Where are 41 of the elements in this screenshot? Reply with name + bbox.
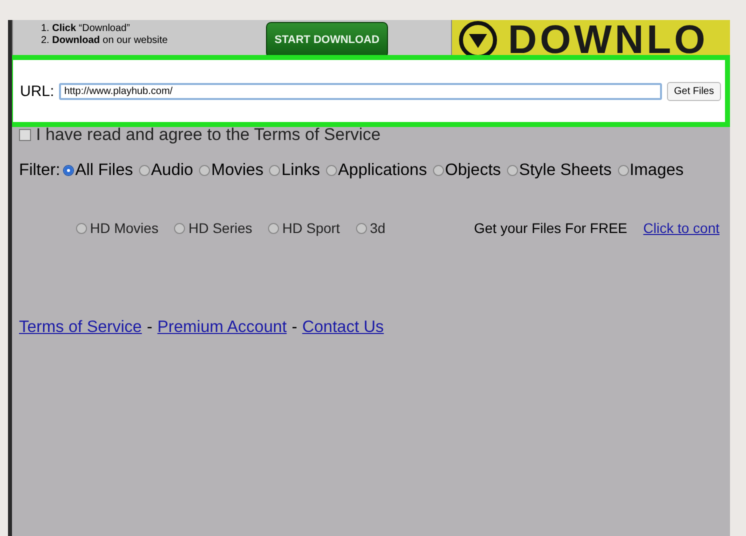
url-field[interactable]: http://www.playhub.com/ xyxy=(59,82,662,100)
radio-button[interactable] xyxy=(326,165,338,176)
filter-option[interactable]: All Files xyxy=(75,161,134,180)
get-files-button[interactable]: Get Files xyxy=(666,82,721,100)
radio-button[interactable] xyxy=(356,222,367,234)
category-option[interactable]: HD Movies xyxy=(90,220,158,236)
footer-link[interactable]: Contact Us xyxy=(302,318,384,337)
radio-button[interactable] xyxy=(269,165,280,176)
filter-label: Filter: xyxy=(19,161,60,180)
radio-button[interactable] xyxy=(618,165,629,176)
instruction-step: 2. Download on our website xyxy=(41,35,168,47)
filter-option[interactable]: Objects xyxy=(445,161,501,180)
filter-option[interactable]: Applications xyxy=(338,161,427,180)
instruction-step: 1. Click “Download” xyxy=(41,23,130,35)
filter-option[interactable]: Links xyxy=(281,161,320,180)
footer-link[interactable]: Terms of Service xyxy=(19,318,142,337)
category-option[interactable]: 3d xyxy=(370,220,386,236)
ad-headline: DOWNLO xyxy=(508,20,708,60)
radio-button[interactable] xyxy=(268,222,280,234)
footer-link[interactable]: Premium Account xyxy=(157,318,287,337)
radio-button[interactable] xyxy=(199,165,210,176)
radio-button[interactable] xyxy=(174,222,186,234)
category-option[interactable]: HD Sport xyxy=(282,220,340,236)
filter-option[interactable]: Audio xyxy=(151,161,194,180)
separator: - xyxy=(292,318,298,337)
filter-option[interactable]: Movies xyxy=(211,161,264,180)
continue-link[interactable]: Click to cont xyxy=(643,220,720,236)
radio-button[interactable] xyxy=(63,165,74,176)
radio-button[interactable] xyxy=(506,165,518,176)
separator: - xyxy=(146,318,152,337)
start-download-button[interactable]: START DOWNLOAD xyxy=(266,22,388,58)
terms-label: I have read and agree to the Terms of Service xyxy=(36,125,381,145)
filter-option[interactable]: Style Sheets xyxy=(518,161,612,180)
category-option[interactable]: HD Series xyxy=(188,220,252,236)
promo-text: Get your Files For FREE xyxy=(474,220,628,236)
radio-button[interactable] xyxy=(76,222,87,234)
radio-button[interactable] xyxy=(433,165,444,176)
terms-checkbox[interactable] xyxy=(19,129,31,141)
filter-option[interactable]: Images xyxy=(630,161,684,180)
radio-button[interactable] xyxy=(139,165,150,176)
url-label: URL: xyxy=(20,82,54,100)
